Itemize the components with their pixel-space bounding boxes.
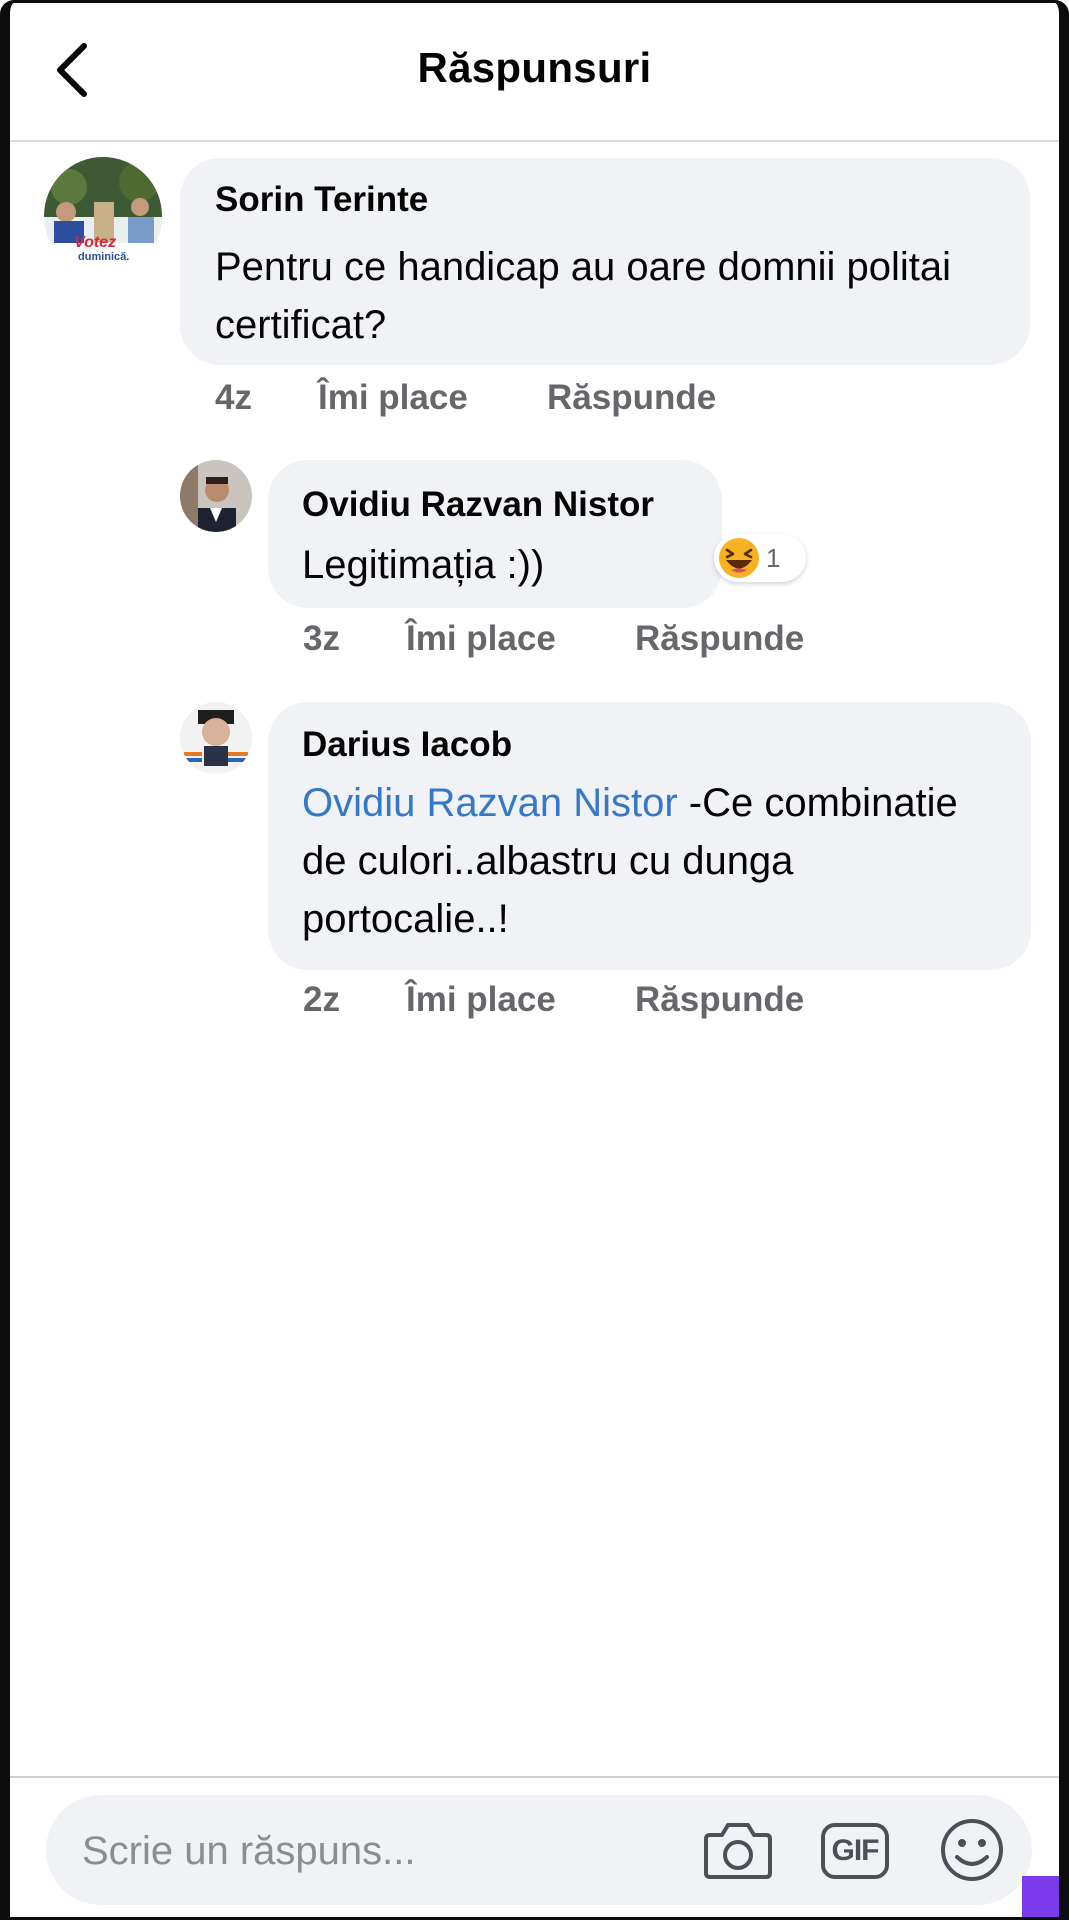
reply-button[interactable]: Răspunde <box>635 619 804 659</box>
like-button[interactable]: Îmi place <box>406 619 556 659</box>
haha-icon <box>719 538 759 578</box>
mention-link[interactable]: Ovidiu Razvan Nistor <box>302 781 678 825</box>
avatar[interactable] <box>180 460 252 532</box>
top-bar: Răspunsuri <box>0 0 1069 140</box>
comment-actions: 3z Îmi place Răspunde <box>303 619 903 659</box>
comment-text: Ovidiu Razvan Nistor -Ce combinatie de c… <box>302 774 1002 948</box>
comment-text: Legitimația :)) <box>302 543 545 587</box>
reply-composer: GIF <box>46 1795 1032 1905</box>
reply-button[interactable]: Răspunde <box>635 980 804 1020</box>
reaction-count: 1 <box>766 542 781 573</box>
emoji-button[interactable] <box>936 1817 1008 1883</box>
reply-input[interactable] <box>80 1820 684 1882</box>
comment-actions: 4z Îmi place Răspunde <box>215 378 915 418</box>
comment-time: 3z <box>303 619 340 658</box>
reply-button[interactable]: Răspunde <box>547 378 716 418</box>
emoji-icon <box>941 1819 1003 1881</box>
page-title: Răspunsuri <box>417 44 652 91</box>
comment-time: 4z <box>215 378 252 417</box>
comment-bubble: Ovidiu Razvan Nistor Legitimația :)) <box>268 460 722 608</box>
comment-author[interactable]: Ovidiu Razvan Nistor <box>302 485 654 525</box>
avatar[interactable] <box>180 702 252 774</box>
comment-author[interactable]: Sorin Terinte <box>215 180 428 220</box>
gif-label: GIF <box>831 1834 880 1867</box>
composer-divider <box>10 1776 1059 1778</box>
gif-button[interactable]: GIF <box>819 1817 891 1883</box>
avatar[interactable]: Votez duminică. <box>44 157 162 275</box>
avatar-caption: Votez <box>74 234 117 251</box>
comment-author[interactable]: Darius Iacob <box>302 725 512 765</box>
like-button[interactable]: Îmi place <box>318 378 468 418</box>
camera-button[interactable] <box>702 1817 774 1883</box>
comment-bubble: Sorin Terinte Pentru ce handicap au oare… <box>180 158 1030 365</box>
comment-actions: 2z Îmi place Răspunde <box>303 980 903 1020</box>
avatar-caption: duminică. <box>78 251 130 263</box>
comment-time: 2z <box>303 980 340 1019</box>
like-button[interactable]: Îmi place <box>406 980 556 1020</box>
comment-bubble: Darius Iacob Ovidiu Razvan Nistor -Ce co… <box>268 702 1031 970</box>
camera-icon <box>704 1823 772 1879</box>
reaction-summary[interactable]: 1 <box>714 534 806 582</box>
corner-marker <box>1022 1876 1069 1920</box>
header-divider <box>10 140 1059 142</box>
comment-text: Pentru ce handicap au oare domnii polita… <box>215 245 952 347</box>
